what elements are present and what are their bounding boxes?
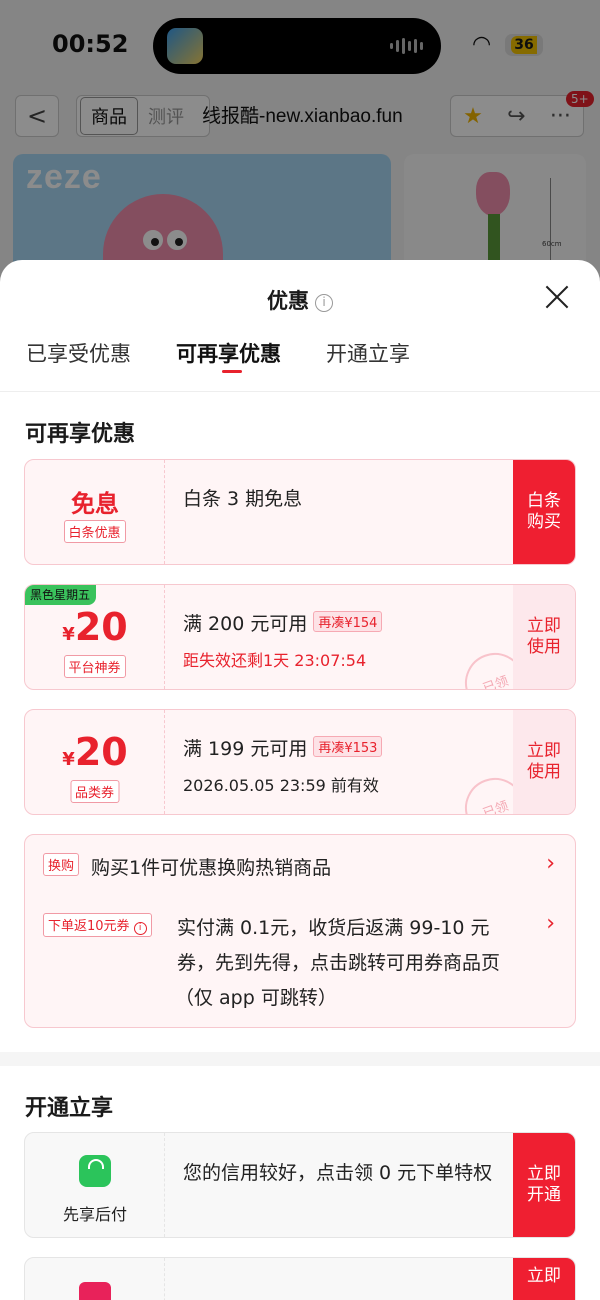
promotions-box: 换购 购买1件可优惠换购热销商品 › 下单返10元券 i 实付满 0.1元，收货… <box>24 834 576 1028</box>
exchange-text: 购买1件可优惠换购热销商品 <box>91 857 332 879</box>
recoup-badge: 再凑¥154 <box>313 611 383 632</box>
offer-headline: 免息 <box>71 490 119 518</box>
rebate-promo-row[interactable]: 下单返10元券 i 实付满 0.1元，收货后返满 99-10 元 券，先到先得，… <box>25 895 575 1025</box>
coupon-amount: ¥20 <box>25 605 165 649</box>
baitiao-offer-card: 免息 白条优惠 白条 3 期免息 白条 购买 <box>24 459 576 565</box>
info-icon: i <box>133 922 147 935</box>
pay-later-card: 先享后付 您的信用较好，点击领 0 元下单特权 立即 开通 <box>24 1132 576 1238</box>
coupon-amount: ¥20 <box>25 730 165 774</box>
offer-tag: 白条优惠 <box>63 520 126 543</box>
coupon-card: ¥20 平台神券 黑色星期五 满 200 元可用 再凑¥154 距失效还剩1天 2… <box>24 584 576 690</box>
rebate-line: 券，先到先得，点击跳转可用券商品页 <box>177 952 501 974</box>
shopping-bag-icon <box>79 1155 111 1187</box>
chevron-right-icon: › <box>546 851 555 876</box>
tab-enjoyed[interactable]: 已享受优惠 <box>26 338 131 368</box>
rebate-line: 实付满 0.1元，收货后返满 99-10 元 <box>177 917 490 939</box>
rebate-chip-text: 下单返10元券 <box>48 919 130 934</box>
exchange-chip: 换购 <box>43 853 80 876</box>
coupon-tag: 平台神券 <box>63 655 126 678</box>
sheet-header: 优惠 i <box>0 260 600 332</box>
next-offer-card: 立即 <box>24 1257 576 1300</box>
rebate-text: 实付满 0.1元，收货后返满 99-10 元 券，先到先得，点击跳转可用券商品页… <box>175 911 500 1016</box>
modal-overlay[interactable] <box>0 0 600 290</box>
background-app: 00:52 ◠ 36 < 商品 测评 线报酷-new.xianbao.fun ★… <box>0 0 600 290</box>
tab-open-enjoy[interactable]: 开通立享 <box>326 338 410 368</box>
currency-symbol: ¥ <box>62 624 75 645</box>
next-offer-left <box>25 1258 165 1300</box>
coupon-value: 20 <box>74 605 128 649</box>
coupon-tag: 品类券 <box>69 780 120 803</box>
section-title-open-enjoy: 开通立享 <box>25 1096 114 1121</box>
chevron-right-icon: › <box>546 911 555 936</box>
sheet-title: 优惠 i <box>0 285 600 315</box>
section-gap <box>0 1052 600 1066</box>
pay-later-description: 您的信用较好，点击领 0 元下单特权 <box>183 1162 493 1184</box>
card-icon <box>79 1282 111 1300</box>
tab-more-offers[interactable]: 可再享优惠 <box>176 338 281 368</box>
divider <box>0 391 600 392</box>
coupon-card: ¥20 品类券 满 199 元可用 再凑¥153 2026.05.05 23:59… <box>24 709 576 815</box>
pay-later-left: 先享后付 <box>25 1133 165 1237</box>
section-title-more-offers: 可再享优惠 <box>25 422 136 447</box>
coupon-condition: 满 199 元可用 再凑¥153 <box>183 734 383 761</box>
open-now-button[interactable]: 立即 开通 <box>513 1133 575 1237</box>
offer-left: 免息 白条优惠 <box>25 460 165 564</box>
coupon-condition-text: 满 199 元可用 <box>183 738 308 760</box>
black-friday-badge: 黑色星期五 <box>25 585 97 605</box>
sheet-title-text: 优惠 <box>267 289 309 313</box>
coupon-left: ¥20 品类券 <box>25 710 165 814</box>
offer-description: 白条 3 期免息 <box>183 488 303 510</box>
pay-later-label: 先享后付 <box>62 1205 127 1224</box>
info-icon[interactable]: i <box>315 294 333 312</box>
use-now-button[interactable]: 立即 使用 <box>513 710 575 814</box>
active-tab-indicator <box>222 370 242 373</box>
currency-symbol: ¥ <box>62 749 75 770</box>
offer-tabs: 已享受优惠 可再享优惠 开通立享 <box>0 332 600 392</box>
coupon-condition: 满 200 元可用 再凑¥154 <box>183 609 383 636</box>
rebate-line: （仅 app 可跳转） <box>175 987 337 1009</box>
close-icon[interactable] <box>542 282 572 312</box>
coupon-condition-text: 满 200 元可用 <box>183 613 308 635</box>
next-action-button[interactable]: 立即 <box>513 1258 575 1300</box>
baitiao-buy-button[interactable]: 白条 购买 <box>513 460 575 564</box>
exchange-promo-row[interactable]: 换购 购买1件可优惠换购热销商品 › <box>25 835 575 895</box>
coupon-expiry: 2026.05.05 23:59 前有效 <box>183 776 379 795</box>
coupon-value: 20 <box>74 730 128 774</box>
recoup-badge: 再凑¥153 <box>313 736 383 757</box>
rebate-chip: 下单返10元券 i <box>43 913 152 937</box>
use-now-button[interactable]: 立即 使用 <box>513 585 575 689</box>
offers-sheet: 优惠 i 已享受优惠 可再享优惠 开通立享 可再享优惠 免息 白条优惠 白条 3 … <box>0 260 600 1300</box>
coupon-countdown: 距失效还剩1天 23:07:54 <box>183 651 367 670</box>
